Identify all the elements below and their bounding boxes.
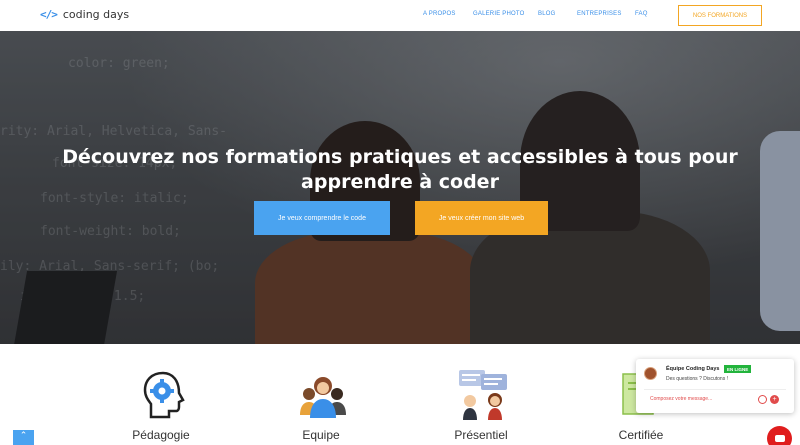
avatar bbox=[644, 367, 657, 380]
status-badge: EN LIGNE bbox=[724, 365, 752, 373]
hero-title-line: apprendre à coder bbox=[301, 171, 499, 193]
nav-link-entreprises[interactable]: ENTREPRISES bbox=[577, 11, 622, 17]
divider bbox=[644, 389, 786, 390]
feature-label: Présentiel bbox=[454, 428, 508, 442]
comprendre-le-code-button[interactable]: Je veux comprendre le code bbox=[254, 201, 390, 235]
nos-formations-button[interactable]: NOS FORMATIONS bbox=[678, 5, 762, 26]
emoji-icon[interactable] bbox=[758, 395, 767, 404]
plus-icon[interactable]: + bbox=[770, 395, 779, 404]
chat-message-input[interactable]: Composez votre message... bbox=[650, 396, 712, 402]
feature-label: Pédagogie bbox=[132, 428, 190, 442]
nav-link-galerie-photo[interactable]: GALERIE PHOTO bbox=[473, 11, 525, 17]
site-header: </> coding days A PROPOS GALERIE PHOTO B… bbox=[0, 0, 800, 31]
scroll-to-top-button[interactable]: ⌃ bbox=[13, 430, 34, 445]
nav-link-blog[interactable]: BLOG bbox=[538, 11, 555, 17]
hero-title: Découvrez nos formations pratiques et ac… bbox=[0, 145, 800, 195]
feature-label: Certifiée bbox=[618, 428, 664, 442]
creer-site-web-button[interactable]: Je veux créer mon site web bbox=[415, 201, 548, 235]
nav-link-a-propos[interactable]: A PROPOS bbox=[423, 11, 456, 17]
chevron-up-icon: ⌃ bbox=[19, 430, 28, 440]
hero-section: color: green; rity: Arial, Helvetica, Sa… bbox=[0, 31, 800, 344]
team-icon bbox=[300, 377, 346, 418]
brain-gear-icon bbox=[143, 371, 185, 419]
chat-widget[interactable]: Équipe Coding Days EN LIGNE Des question… bbox=[636, 359, 794, 413]
nav-link-faq[interactable]: FAQ bbox=[635, 11, 648, 17]
people-chat-icon bbox=[459, 370, 507, 420]
chat-agent-name: Équipe Coding Days bbox=[666, 366, 720, 372]
hero-title-line: Découvrez nos formations pratiques et ac… bbox=[62, 146, 738, 168]
chat-subtitle: Des questions ? Discutons ! bbox=[666, 376, 728, 382]
chat-open-button[interactable] bbox=[767, 426, 792, 445]
feature-label: Equipe bbox=[302, 428, 340, 442]
chat-bubble-icon bbox=[774, 435, 785, 442]
